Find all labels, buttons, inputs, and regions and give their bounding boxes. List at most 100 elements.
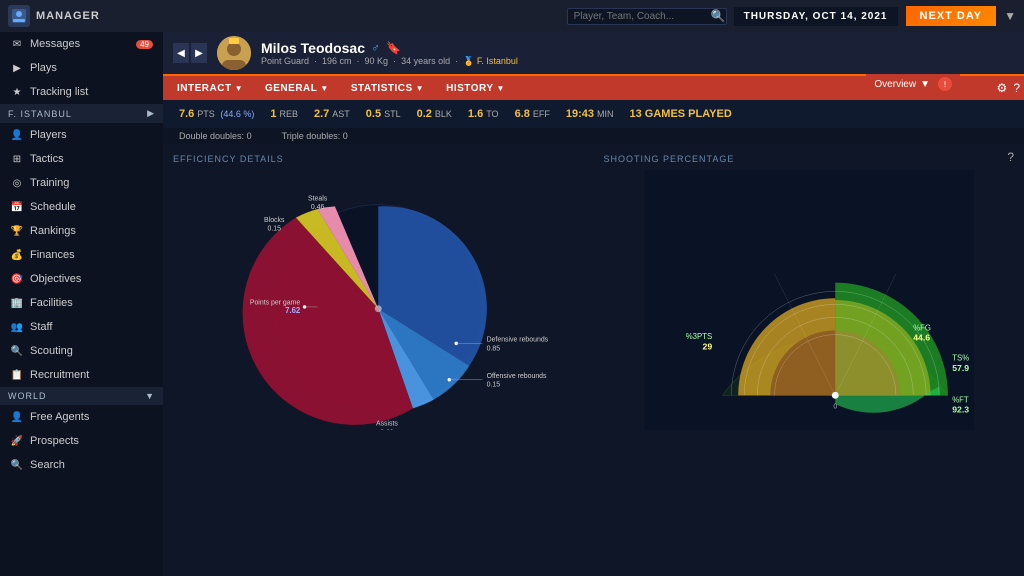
svg-text:Offensive rebounds: Offensive rebounds: [487, 373, 547, 380]
sidebar-item-rankings[interactable]: 🏆 Rankings: [0, 219, 163, 243]
sidebar-item-facilities[interactable]: 🏢 Facilities: [0, 291, 163, 315]
history-chevron-icon: ▼: [497, 84, 505, 93]
gender-icon: ♂: [371, 41, 380, 55]
sidebar-item-tracking[interactable]: ★ Tracking list: [0, 80, 163, 104]
blk-label: BLK: [435, 109, 452, 119]
messages-badge: 49: [136, 40, 153, 49]
sidebar-item-facilities-label: Facilities: [30, 297, 73, 309]
search-sidebar-icon: 🔍: [10, 458, 24, 472]
sidebar-item-training-label: Training: [30, 177, 69, 189]
svg-text:57.9: 57.9: [952, 363, 969, 373]
sidebar-item-plays-label: Plays: [30, 62, 57, 74]
player-club: F. Istanbul: [477, 56, 518, 66]
svg-text:0.46: 0.46: [311, 204, 325, 211]
sidebar-item-schedule[interactable]: 📅 Schedule: [0, 195, 163, 219]
pts-value: 7.6: [179, 108, 194, 120]
search-input[interactable]: [567, 8, 727, 25]
player-weight: 90 Kg: [365, 56, 389, 66]
sidebar-item-free-agents[interactable]: 👤 Free Agents: [0, 405, 163, 429]
svg-text:2.69: 2.69: [380, 429, 394, 430]
player-details: Point Guard · 196 cm · 90 Kg · 34 years …: [261, 56, 1014, 67]
sidebar-item-recruitment-label: Recruitment: [30, 369, 89, 381]
settings-icon[interactable]: ⚙: [997, 81, 1008, 95]
top-bar: MANAGER 🔍 THURSDAY, OCT 14, 2021 NEXT DA…: [0, 0, 1024, 32]
staff-icon: 👥: [10, 320, 24, 334]
player-height: 196 cm: [322, 56, 352, 66]
player-info: Milos Teodosac ♂ 🔖 Point Guard · 196 cm …: [261, 40, 1014, 67]
free-agents-icon: 👤: [10, 410, 24, 424]
tab-interact[interactable]: INTERACT ▼: [167, 81, 253, 96]
stats-bar: 7.6 PTS (44.6 %) 1 REB 2.7 AST 0.5 STL: [163, 100, 1024, 128]
sidebar-item-prospects-label: Prospects: [30, 435, 79, 447]
shooting-chart: SHOOTING PERCENTAGE ?: [594, 144, 1024, 576]
svg-text:TS%: TS%: [952, 354, 969, 363]
club-flag: 🏅: [463, 56, 474, 66]
svg-text:Assists: Assists: [376, 421, 398, 428]
club-chevron-icon: ▶: [147, 108, 155, 119]
messages-icon: ✉: [10, 37, 24, 51]
overview-dropdown[interactable]: Overview ▼ !: [866, 74, 960, 94]
min-value: 19:43: [566, 108, 594, 120]
reb-value: 1: [270, 108, 276, 120]
sidebar-item-free-agents-label: Free Agents: [30, 411, 89, 423]
eff-stat: 6.8 EFF: [515, 108, 550, 120]
svg-text:7.62: 7.62: [285, 306, 301, 315]
sidebar-item-messages[interactable]: ✉ Messages 49: [0, 32, 163, 56]
svg-text:0.15: 0.15: [268, 226, 282, 233]
sidebar-item-objectives[interactable]: 🎯 Objectives: [0, 267, 163, 291]
player-age: 34 years old: [401, 56, 450, 66]
prev-player-button[interactable]: ◀: [173, 43, 189, 63]
tab-interact-label: INTERACT: [177, 83, 232, 94]
sidebar-item-finances-label: Finances: [30, 249, 75, 261]
sidebar-item-scouting[interactable]: 🔍 Scouting: [0, 339, 163, 363]
sidebar-item-tactics[interactable]: ⊞ Tactics: [0, 147, 163, 171]
sidebar-item-training[interactable]: ◎ Training: [0, 171, 163, 195]
help-icon[interactable]: ?: [1013, 81, 1020, 95]
prospects-icon: 🚀: [10, 434, 24, 448]
manager-logo: [8, 5, 30, 27]
sidebar-item-search[interactable]: 🔍 Search: [0, 453, 163, 477]
tab-history-label: HISTORY: [446, 83, 493, 94]
tab-history[interactable]: HISTORY ▼: [436, 81, 515, 96]
world-section-label: WORLD: [8, 391, 47, 401]
chevron-down-icon: ▼: [1004, 9, 1016, 23]
sidebar-item-objectives-label: Objectives: [30, 273, 81, 285]
nav-arrows: ◀ ▶: [173, 43, 207, 63]
shooting-info-icon[interactable]: ?: [1007, 150, 1014, 164]
svg-text:0: 0: [833, 403, 837, 410]
eff-label: EFF: [533, 109, 550, 119]
sidebar-item-recruitment[interactable]: 📋 Recruitment: [0, 363, 163, 387]
sidebar-item-prospects[interactable]: 🚀 Prospects: [0, 429, 163, 453]
bookmark-icon[interactable]: 🔖: [386, 41, 401, 55]
efficiency-svg: Points per game 7.62 Defensive rebounds …: [173, 170, 584, 430]
sidebar-item-players-label: Players: [30, 129, 67, 141]
sidebar-item-finances[interactable]: 💰 Finances: [0, 243, 163, 267]
tab-general[interactable]: GENERAL ▼: [255, 81, 339, 96]
statistics-chevron-icon: ▼: [416, 84, 424, 93]
svg-text:29: 29: [702, 341, 712, 351]
overview-badge: !: [938, 77, 952, 91]
svg-text:Blocks: Blocks: [264, 217, 285, 224]
games-value: 13 GAMES PLAYED: [630, 108, 732, 120]
interact-chevron-icon: ▼: [235, 84, 243, 93]
objectives-icon: 🎯: [10, 272, 24, 286]
reb-stat: 1 REB: [270, 108, 298, 120]
svg-text:92.3: 92.3: [952, 405, 969, 415]
sidebar-item-plays[interactable]: ▶ Plays: [0, 56, 163, 80]
sidebar-item-staff[interactable]: 👥 Staff: [0, 315, 163, 339]
pts-pct: (44.6 %): [218, 109, 255, 119]
tactics-icon: ⊞: [10, 152, 24, 166]
games-stat: 13 GAMES PLAYED: [630, 108, 732, 120]
sidebar-item-players[interactable]: 👤 Players: [0, 123, 163, 147]
efficiency-chart: EFFICIENCY DETAILS: [163, 144, 594, 576]
blk-value: 0.2: [417, 108, 432, 120]
next-player-button[interactable]: ▶: [191, 43, 207, 63]
main-content: ◀ ▶ Milos Teodosac ♂ 🔖: [163, 32, 1024, 576]
min-stat: 19:43 MIN: [566, 108, 614, 120]
club-section-label: F. ISTANBUL: [8, 109, 72, 119]
sidebar-item-messages-label: Messages: [30, 38, 80, 50]
world-chevron-icon: ▼: [145, 391, 155, 401]
tab-statistics[interactable]: STATISTICS ▼: [341, 81, 434, 96]
next-day-button[interactable]: NEXT DAY: [906, 6, 997, 26]
sidebar-item-tactics-label: Tactics: [30, 153, 64, 165]
